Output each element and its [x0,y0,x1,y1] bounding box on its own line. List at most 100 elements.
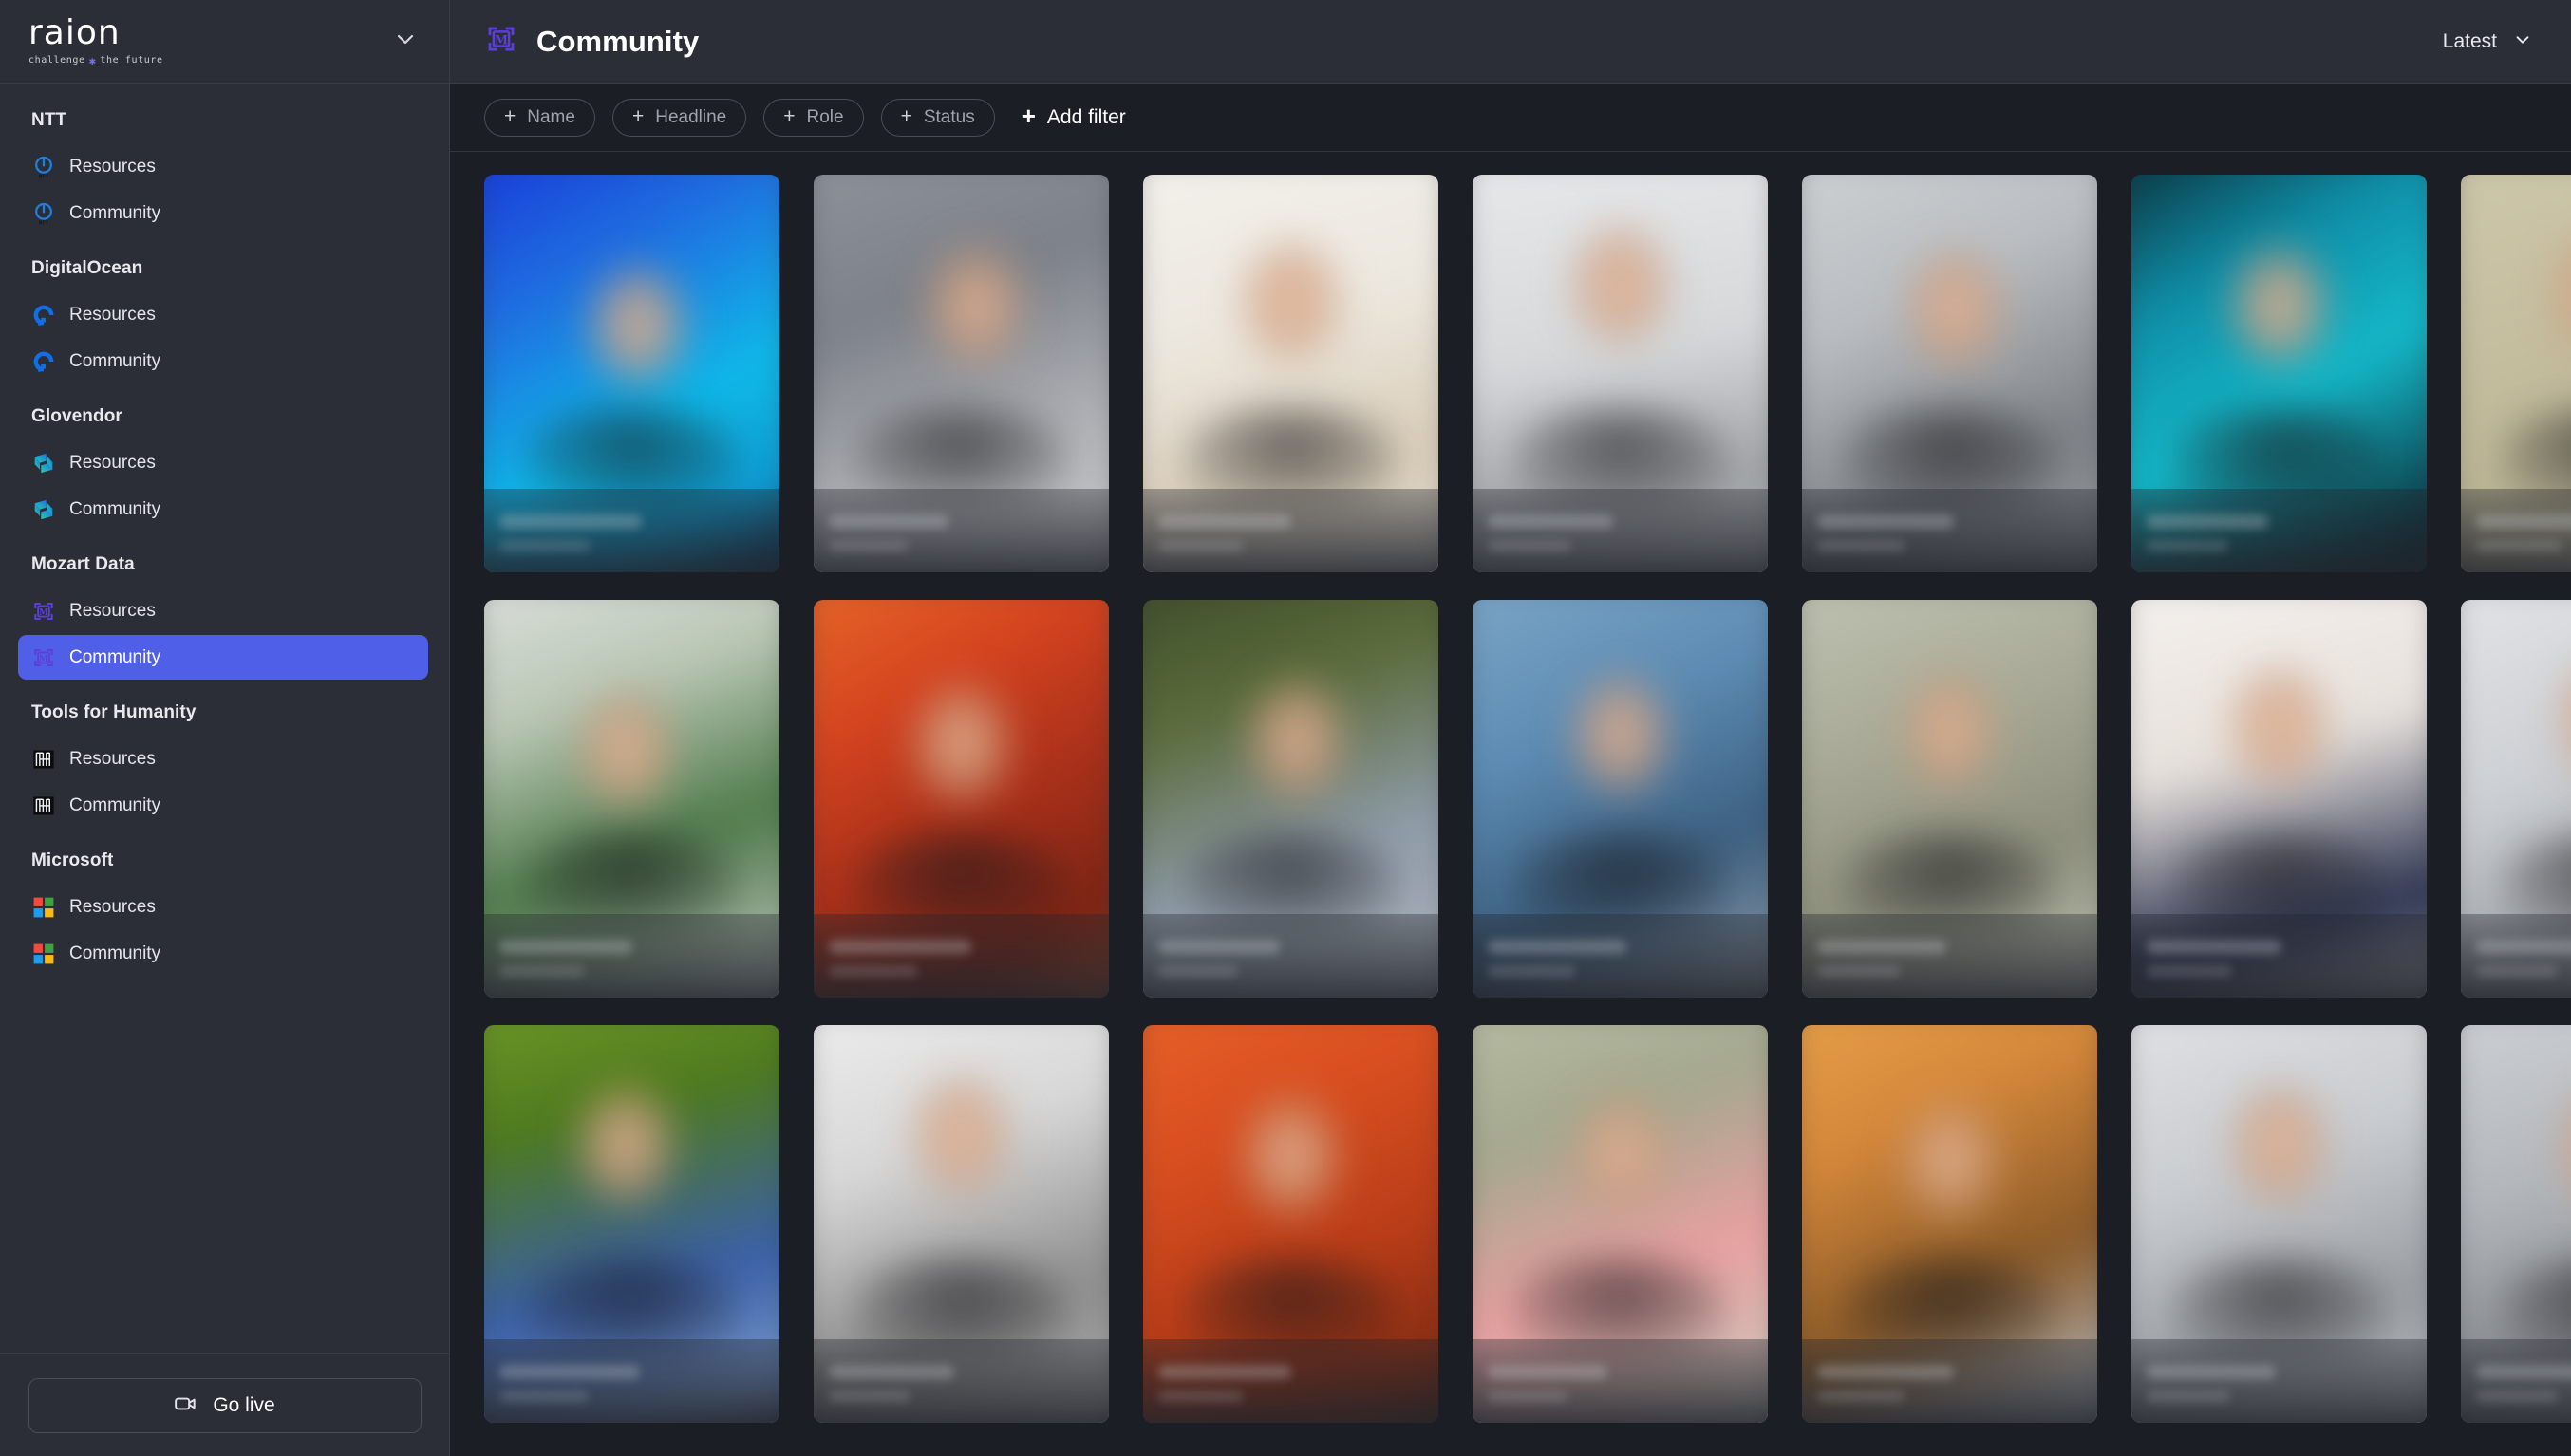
filter-chip-status[interactable]: + Status [880,98,995,137]
sidebar-item-glovendor-community[interactable]: Community [18,487,428,532]
member-photo-face-blur [574,1081,678,1207]
community-member-card[interactable] [814,175,1109,572]
microsoft-logo [31,942,56,966]
community-member-card[interactable] [1473,175,1768,572]
member-headline-redacted [829,965,918,977]
community-member-card[interactable] [2131,1025,2427,1423]
community-member-card[interactable] [814,1025,1109,1423]
sidebar-item-tools-for-humanity-resources[interactable]: Resources [18,737,428,781]
plus-icon: + [1021,102,1036,130]
sidebar-item-ntt-resources[interactable]: NTT Resources [18,144,428,189]
member-photo-face-blur [1904,247,2007,373]
sidebar-item-mozart-data-community[interactable]: M Community [18,635,428,680]
brand-tagline-after: the future [100,55,163,65]
sidebar-item-digitalocean-community[interactable]: Community [18,339,428,383]
sidebar-item-digitalocean-resources[interactable]: Resources [18,292,428,337]
go-live-button[interactable]: Go live [28,1377,422,1433]
community-member-card[interactable] [2461,600,2571,998]
member-headline-redacted [499,540,591,551]
svg-text:NTT: NTT [39,174,49,179]
community-member-card[interactable] [484,600,779,998]
community-member-card[interactable] [1473,600,1768,998]
member-photo-face-blur [2227,1081,2331,1207]
sort-dropdown[interactable]: Latest [2439,21,2537,62]
member-name-redacted [499,1365,640,1379]
member-name-redacted [1817,514,1954,529]
sidebar-item-label: Resources [69,600,156,621]
sidebar-item-tools-for-humanity-community[interactable]: Community [18,783,428,828]
filter-chip-role[interactable]: + Role [763,98,864,137]
member-photo-face-blur [586,263,689,389]
sidebar-item-ntt-community[interactable]: NTT Community [18,191,428,235]
sidebar-item-label: Community [69,943,161,963]
member-headline-redacted [2147,965,2232,977]
filter-chip-label: Role [806,106,844,127]
ntt-logo: NTT [31,201,56,226]
member-card-footer [2131,1339,2427,1423]
go-live-label: Go live [213,1393,275,1416]
community-member-card[interactable] [1802,1025,2097,1423]
member-headline-redacted [1488,965,1575,977]
sidebar-nav: NTT NTT Resources NTT Community DigitalOcean R… [0,84,449,1353]
member-headline-redacted [1488,540,1571,551]
community-member-card[interactable] [484,1025,779,1423]
app-root: raion challenge ✱ the future NTT NTT Resou… [0,0,2571,1456]
page-heading: M Community [484,22,699,61]
sidebar-item-microsoft-community[interactable]: Community [18,931,428,976]
member-card-footer [814,914,1109,998]
member-card-footer [1143,1339,1438,1423]
member-card-footer [2461,1339,2571,1423]
community-member-card[interactable] [814,600,1109,998]
brand-tagline: challenge ✱ the future [28,54,388,67]
sidebar-item-label: Resources [69,156,156,177]
sidebar-group-title: NTT [31,110,67,130]
sidebar-item-label: Community [69,646,161,667]
member-photo-face-blur [910,1073,1013,1200]
community-member-card[interactable] [484,175,779,572]
brand-tagline-before: challenge [28,55,85,65]
plus-icon: + [504,105,516,127]
brand-logo[interactable]: raion challenge ✱ the future [21,15,388,67]
microsoft-logo [31,895,56,920]
member-photo-face-blur [2227,243,2331,369]
community-member-card[interactable] [1143,1025,1438,1423]
filter-chip-name[interactable]: + Name [484,98,595,137]
member-name-redacted [829,1365,954,1379]
filter-bar: + Name + Headline + Role + Status + Add filter [450,84,2571,152]
member-name-redacted [2476,1365,2571,1379]
community-member-card[interactable] [2131,175,2427,572]
member-photo-face-blur [1239,1093,1342,1220]
plus-icon: + [631,105,645,127]
main-content: M Community Latest + Name + Headline + Role + S… [450,0,2571,1456]
member-card-footer [2461,489,2571,572]
community-member-card[interactable] [1802,175,2097,572]
community-member-card[interactable] [2131,600,2427,998]
sidebar-item-label: Resources [69,452,156,473]
sidebar-item-mozart-data-resources[interactable]: M Resources [18,588,428,633]
member-headline-redacted [2147,1391,2230,1402]
community-member-card[interactable] [1143,600,1438,998]
member-name-redacted [499,514,642,529]
sidebar-item-glovendor-resources[interactable]: Resources [18,440,428,485]
sidebar: raion challenge ✱ the future NTT NTT Resou… [0,0,450,1456]
sidebar-item-label: Community [69,498,161,519]
community-member-card[interactable] [2461,1025,2571,1423]
member-photo-face-blur [910,680,1013,806]
filter-chip-headline[interactable]: + Headline [611,98,747,137]
member-card-footer [1473,1339,1768,1423]
sidebar-group: Tools for Humanity Resources Community [0,693,449,828]
community-member-card[interactable] [1143,175,1438,572]
community-member-card[interactable] [2461,175,2571,572]
sort-label: Latest [2442,29,2497,52]
sidebar-item-microsoft-resources[interactable]: Resources [18,885,428,929]
community-member-card[interactable] [1802,600,2097,998]
sidebar-footer: Go live [0,1353,449,1456]
chevron-down-icon[interactable] [388,22,422,61]
add-filter-button[interactable]: + Add filter [1018,101,1130,135]
community-member-card[interactable] [1473,1025,1768,1423]
member-card-footer [814,1339,1109,1423]
member-headline-redacted [1488,1391,1567,1402]
member-headline-redacted [1817,965,1901,977]
chevron-down-icon [2512,28,2533,54]
member-name-redacted [1488,940,1626,954]
